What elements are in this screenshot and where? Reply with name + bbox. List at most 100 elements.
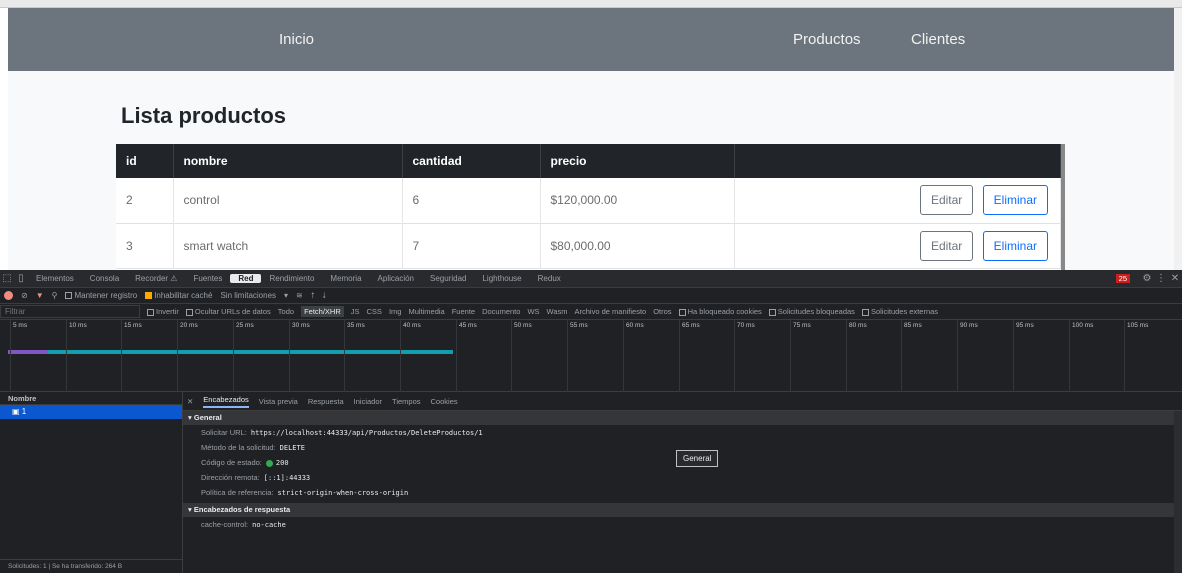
timeline-tick: 55 ms [567, 320, 588, 392]
tab-headers[interactable]: Encabezados [203, 395, 249, 408]
tab-lighthouse[interactable]: Lighthouse [474, 274, 529, 283]
page-title: Lista productos [121, 103, 287, 128]
timeline-tick: 65 ms [679, 320, 700, 392]
tab-cookies[interactable]: Cookies [431, 397, 458, 406]
referrer-policy-row: Política de referencia: strict-origin-whe… [201, 488, 409, 497]
wifi-icon[interactable]: ≋ [296, 291, 303, 300]
filter-type-css[interactable]: CSS [367, 307, 382, 316]
tab-initiator[interactable]: Iniciador [354, 397, 382, 406]
tab-application[interactable]: Aplicación [370, 274, 422, 283]
download-icon[interactable]: ⭣ [323, 291, 327, 301]
tab-recorder[interactable]: Recorder ⚠ [127, 274, 185, 283]
filter-input[interactable] [0, 305, 140, 318]
cell-cantidad: 6 [402, 178, 541, 223]
edit-button[interactable]: Editar [919, 185, 974, 216]
delete-button[interactable]: Eliminar [982, 230, 1048, 261]
tab-memory[interactable]: Memoria [322, 274, 369, 283]
cell-precio: $120,000.00 [540, 178, 735, 223]
third-party-checkbox[interactable]: Solicitudes externas [861, 307, 938, 316]
invert-checkbox[interactable]: Invertir [147, 307, 179, 316]
close-details-icon[interactable]: ✕ [187, 397, 193, 406]
hide-data-urls-checkbox[interactable]: Ocultar URLs de datos [185, 307, 271, 316]
filter-type-media[interactable]: Multimedia [408, 307, 444, 316]
tab-preview[interactable]: Vista previa [259, 397, 298, 406]
filter-type-doc[interactable]: Documento [482, 307, 520, 316]
general-section-header[interactable]: ▾ General [183, 411, 1182, 425]
upload-icon[interactable]: ⭡ [311, 291, 315, 301]
blocked-requests-checkbox[interactable]: Solicitudes bloqueadas [768, 307, 855, 316]
page-scrollbar[interactable] [1174, 8, 1182, 270]
disable-cache-checkbox[interactable]: Inhabilitar caché [145, 291, 212, 300]
throttling-select[interactable]: Sin limitaciones [220, 291, 276, 300]
record-icon[interactable] [4, 291, 13, 300]
request-url-row: Solicitar URL: https://localhost:44333/ap… [201, 428, 483, 437]
timeline-tick-label: 35 ms [347, 322, 365, 329]
settings-gear-icon[interactable]: ⚙ [1140, 273, 1154, 284]
chevron-down-icon[interactable]: ▾ [284, 291, 288, 300]
details-tab-bar: ✕ Encabezados Vista previa Respuesta Ini… [183, 392, 1182, 411]
timeline-tick-label: 80 ms [849, 322, 867, 329]
response-headers-section-header[interactable]: ▾ Encabezados de respuesta [183, 503, 1182, 517]
network-details-area: Nombre ▣ 1 Solicitudes: 1 | Se ha transf… [0, 392, 1182, 573]
details-scrollbar[interactable] [1174, 411, 1182, 573]
cell-nombre: smart watch [173, 223, 403, 268]
filter-type-ws[interactable]: WS [527, 307, 539, 316]
delete-button[interactable]: Eliminar [982, 185, 1048, 216]
inspect-element-icon[interactable]: ⬚ [0, 273, 14, 284]
timeline-tick-label: 70 ms [737, 322, 755, 329]
tab-redux[interactable]: Redux [530, 274, 569, 283]
nav-clients-link[interactable]: Clientes [911, 8, 965, 71]
timeline-tick: 10 ms [66, 320, 87, 392]
preserve-log-checkbox[interactable]: Mantener registro [65, 291, 137, 300]
tab-network[interactable]: Red [230, 274, 262, 283]
tab-sources[interactable]: Fuentes [185, 274, 230, 283]
timeline-tick-label: 65 ms [682, 322, 700, 329]
timeline-tick-label: 45 ms [459, 322, 477, 329]
network-filter-bar: Invertir Ocultar URLs de datos Todo Fetc… [0, 304, 1182, 320]
blocked-cookies-checkbox[interactable]: Ha bloqueado cookies [678, 307, 762, 316]
filter-type-wasm[interactable]: Wasm [547, 307, 568, 316]
timeline-tick-label: 20 ms [180, 322, 198, 329]
col-header-precio: precio [540, 144, 735, 178]
tab-timing[interactable]: Tiempos [392, 397, 420, 406]
request-details-pane: ✕ Encabezados Vista previa Respuesta Ini… [183, 392, 1182, 573]
timeline-tick-label: 10 ms [69, 322, 87, 329]
edit-button[interactable]: Editar [919, 230, 974, 261]
timeline-tick-label: 100 ms [1072, 322, 1094, 329]
nav-products-link[interactable]: Productos [793, 8, 861, 71]
navbar: Inicio Productos Clientes [8, 8, 1174, 71]
filter-type-img[interactable]: Img [389, 307, 402, 316]
filter-type-font[interactable]: Fuente [452, 307, 475, 316]
tab-console[interactable]: Consola [82, 274, 127, 283]
timeline-tick-label: 90 ms [960, 322, 978, 329]
filter-funnel-icon[interactable]: ▼ [36, 291, 44, 300]
timeline-tick: 15 ms [121, 320, 142, 392]
timeline-tick-label: 60 ms [626, 322, 644, 329]
clear-icon[interactable]: ⊘ [21, 291, 28, 300]
tab-performance[interactable]: Rendimiento [261, 274, 322, 283]
search-icon[interactable]: ⚲ [52, 291, 58, 300]
timeline-tick: 80 ms [846, 320, 867, 392]
timeline-tick: 20 ms [177, 320, 198, 392]
device-toolbar-icon[interactable]: ▯ [14, 273, 28, 284]
remote-address-row: Dirección remota: [::1]:44333 [201, 473, 311, 482]
request-summary-status: Solicitudes: 1 | Se ha transferido: 264 … [0, 559, 183, 573]
request-row[interactable]: ▣ 1 [0, 405, 182, 419]
tab-elements[interactable]: Elementos [28, 274, 82, 283]
filter-type-manifest[interactable]: Archivo de manifiesto [575, 307, 647, 316]
filter-type-fetch-xhr[interactable]: Fetch/XHR [301, 306, 344, 317]
request-list-header[interactable]: Nombre [0, 392, 182, 405]
tab-response[interactable]: Respuesta [308, 397, 344, 406]
more-options-icon[interactable]: ⋮ [1154, 273, 1168, 284]
close-devtools-icon[interactable]: ✕ [1168, 273, 1182, 284]
nav-home-link[interactable]: Inicio [279, 8, 314, 71]
products-table: id nombre cantidad precio 2 control 6 $1… [116, 144, 1065, 270]
timeline-tick-label: 5 ms [13, 322, 28, 329]
devtools-panel: ⬚ ▯ Elementos Consola Recorder ⚠ Fuentes… [0, 270, 1182, 573]
filter-type-other[interactable]: Otros [653, 307, 671, 316]
tab-security[interactable]: Seguridad [422, 274, 474, 283]
filter-type-all[interactable]: Todo [278, 307, 294, 316]
filter-type-js[interactable]: JS [351, 307, 360, 316]
network-timeline[interactable]: 5 ms 10 ms 15 ms 20 ms 25 ms 30 ms 35 ms 40 ms 4… [0, 320, 1182, 392]
issues-badge[interactable]: 25 [1115, 274, 1130, 283]
